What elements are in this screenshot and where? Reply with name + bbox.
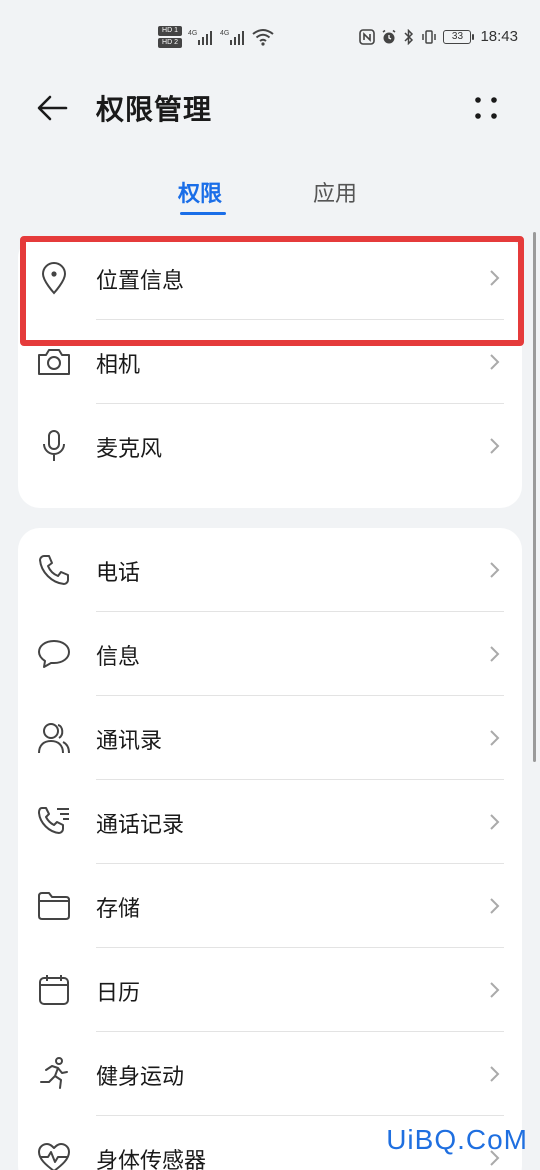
signal-group: HD 1 HD 2 4G 4G — [158, 26, 274, 48]
phone-icon — [39, 555, 69, 585]
row-label: 通讯录 — [96, 729, 163, 754]
camera-icon — [38, 349, 70, 375]
row-label: 相机 — [96, 353, 141, 378]
chevron-right-icon — [490, 982, 500, 998]
row-label: 通话记录 — [96, 813, 185, 838]
signal-strength-icon: 4G — [188, 30, 212, 45]
back-arrow-icon — [37, 95, 68, 121]
watermark: UiBQ.CoM — [386, 1124, 528, 1155]
row-microphone[interactable]: 麦克风 — [18, 404, 522, 488]
more-dots-icon — [475, 97, 497, 119]
row-label: 存储 — [96, 897, 141, 922]
chevron-right-icon — [490, 646, 500, 662]
chevron-right-icon — [490, 270, 500, 286]
tab-apps[interactable]: 应用 — [313, 176, 357, 208]
status-bar: HD 1 HD 2 4G 4G 33 18:43 — [0, 0, 540, 80]
folder-icon — [38, 892, 70, 920]
row-label: 日历 — [96, 981, 141, 1006]
hd-badges: HD 1 HD 2 — [158, 26, 182, 48]
row-fitness[interactable]: 健身运动 — [18, 1032, 522, 1116]
vibrate-icon — [422, 29, 437, 44]
row-label: 位置信息 — [96, 269, 185, 294]
location-pin-icon — [41, 262, 67, 295]
wifi-icon — [252, 29, 274, 46]
active-tab-indicator — [180, 212, 226, 215]
row-label: 健身运动 — [96, 1065, 185, 1090]
hd2-badge: HD 2 — [158, 38, 182, 48]
chevron-right-icon — [490, 730, 500, 746]
app-header: 权限管理 — [0, 80, 540, 140]
running-icon — [40, 1057, 68, 1089]
signal-strength-2-icon: 4G — [220, 30, 244, 45]
row-calendar[interactable]: 日历 — [18, 948, 522, 1032]
row-call-log[interactable]: 通话记录 — [18, 780, 522, 864]
message-bubble-icon — [38, 640, 70, 668]
more-options-button[interactable] — [472, 94, 502, 124]
row-label: 身体传感器 — [96, 1149, 207, 1170]
chevron-right-icon — [490, 354, 500, 370]
status-right: 33 18:43 — [359, 28, 518, 45]
tab-bar: 权限 应用 — [0, 172, 540, 222]
heart-rate-icon — [38, 1143, 70, 1170]
row-location[interactable]: 位置信息 — [18, 236, 522, 320]
chevron-right-icon — [490, 562, 500, 578]
permission-group-2: 电话 信息 通讯录 通话记录 存储 日历 健身运动 身体传感器 — [18, 528, 522, 1170]
battery-level: 33 — [443, 29, 472, 44]
chevron-right-icon — [490, 814, 500, 830]
tab-permissions[interactable]: 权限 — [178, 176, 222, 208]
chevron-right-icon — [490, 1066, 500, 1082]
row-label: 麦克风 — [96, 437, 163, 462]
row-label: 信息 — [96, 645, 141, 670]
nfc-icon — [359, 28, 376, 45]
call-log-icon — [38, 807, 69, 834]
contacts-icon — [38, 723, 70, 754]
chevron-right-icon — [490, 898, 500, 914]
hd1-badge: HD 1 — [158, 26, 182, 36]
chevron-right-icon — [490, 438, 500, 454]
permission-group-1: 位置信息 相机 麦克风 — [18, 236, 522, 508]
row-phone[interactable]: 电话 — [18, 528, 522, 612]
microphone-icon — [43, 430, 65, 461]
bluetooth-icon — [404, 28, 414, 45]
back-button[interactable] — [34, 88, 74, 128]
net2-label: 4G — [220, 30, 229, 37]
clock: 18:43 — [480, 28, 518, 45]
scrollbar[interactable] — [533, 232, 536, 762]
page-title: 权限管理 — [96, 93, 213, 126]
row-camera[interactable]: 相机 — [18, 320, 522, 404]
row-label: 电话 — [96, 561, 141, 586]
row-messages[interactable]: 信息 — [18, 612, 522, 696]
alarm-icon — [382, 29, 396, 43]
row-contacts[interactable]: 通讯录 — [18, 696, 522, 780]
calendar-icon — [39, 975, 69, 1005]
row-storage[interactable]: 存储 — [18, 864, 522, 948]
net1-label: 4G — [188, 30, 197, 37]
battery-icon: 33 — [443, 29, 475, 44]
